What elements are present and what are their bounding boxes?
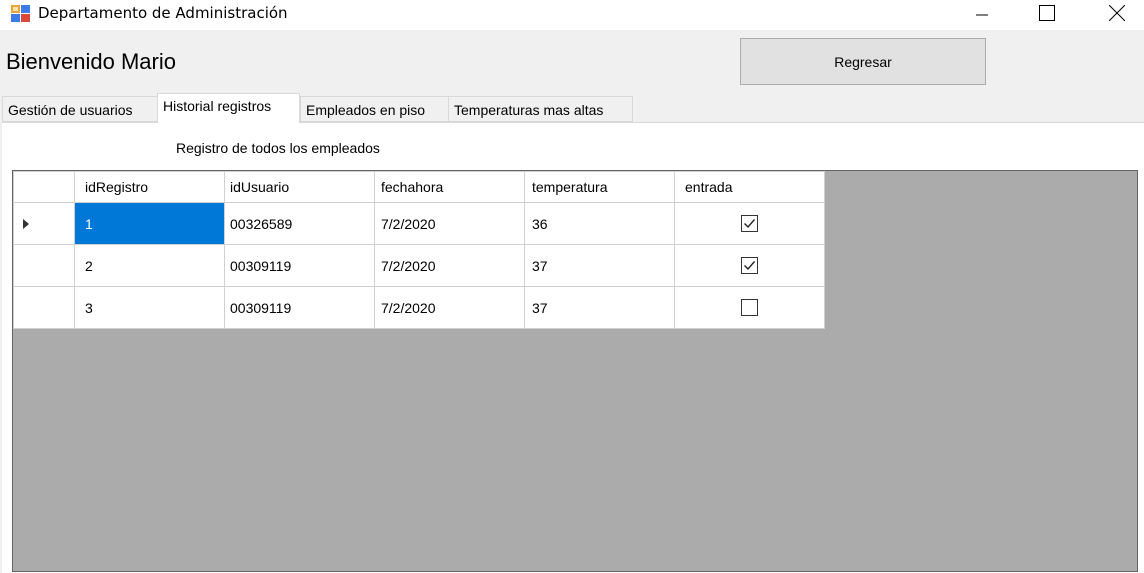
cell-fechahora[interactable]: 7/2/2020 <box>374 202 525 245</box>
column-header-fechahora[interactable]: fechahora <box>374 171 525 203</box>
maximize-button[interactable] <box>1022 0 1072 30</box>
column-header-temperatura[interactable]: temperatura <box>524 171 675 203</box>
checkbox-icon[interactable] <box>741 257 758 275</box>
minimize-icon <box>976 6 988 24</box>
back-button[interactable]: Regresar <box>740 38 986 85</box>
row-header[interactable] <box>13 202 75 245</box>
tab-gestion-usuarios[interactable]: Gestión de usuarios <box>2 96 158 122</box>
cell-idusuario[interactable]: 00326589 <box>224 202 375 245</box>
close-icon <box>1108 4 1126 26</box>
column-header-entrada[interactable]: entrada <box>674 171 825 203</box>
cell-idregistro[interactable]: 2 <box>74 244 225 287</box>
corner-header[interactable] <box>13 171 75 203</box>
section-label: Registro de todos los empleados <box>176 140 380 156</box>
window-title: Departamento de Administración <box>38 4 288 22</box>
close-button[interactable] <box>1092 0 1142 30</box>
cell-idusuario[interactable]: 00309119 <box>224 286 375 329</box>
cell-idregistro[interactable]: 1 <box>74 202 225 245</box>
cell-idusuario[interactable]: 00309119 <box>224 244 375 287</box>
tab-empleados-en-piso[interactable]: Empleados en piso <box>300 96 449 122</box>
row-header[interactable] <box>13 286 75 329</box>
welcome-label: Bienvenido Mario <box>6 49 176 74</box>
cell-temperatura[interactable]: 36 <box>524 202 675 245</box>
header-row: idRegistro idUsuario fechahora temperatu… <box>13 171 825 203</box>
row-indicator-arrow-icon <box>23 218 29 229</box>
checkbox-icon[interactable] <box>741 299 758 317</box>
tab-historial-registros[interactable]: Historial registros <box>157 93 300 123</box>
records-table: idRegistro idUsuario fechahora temperatu… <box>13 171 825 329</box>
table-row[interactable]: 3 00309119 7/2/2020 37 <box>13 286 825 329</box>
cell-entrada[interactable] <box>674 286 825 329</box>
cell-temperatura[interactable]: 37 <box>524 244 675 287</box>
checkbox-icon[interactable] <box>741 215 758 233</box>
cell-fechahora[interactable]: 7/2/2020 <box>374 244 525 287</box>
cell-temperatura[interactable]: 37 <box>524 286 675 329</box>
app-window-icon[interactable] <box>11 5 30 22</box>
cell-entrada[interactable] <box>674 202 825 245</box>
row-header[interactable] <box>13 244 75 287</box>
minimize-button[interactable] <box>957 0 1007 30</box>
column-header-idregistro[interactable]: idRegistro <box>74 171 225 203</box>
maximize-icon <box>1039 4 1055 26</box>
records-grid[interactable]: idRegistro idUsuario fechahora temperatu… <box>12 170 1138 572</box>
cell-fechahora[interactable]: 7/2/2020 <box>374 286 525 329</box>
tab-temperaturas-mas-altas[interactable]: Temperaturas mas altas <box>448 96 633 122</box>
title-bar: Departamento de Administración <box>0 0 1144 30</box>
table-row[interactable]: 1 00326589 7/2/2020 36 <box>13 202 825 245</box>
table-row[interactable]: 2 00309119 7/2/2020 37 <box>13 244 825 287</box>
cell-entrada[interactable] <box>674 244 825 287</box>
cell-idregistro[interactable]: 3 <box>74 286 225 329</box>
column-header-idusuario[interactable]: idUsuario <box>224 171 375 203</box>
